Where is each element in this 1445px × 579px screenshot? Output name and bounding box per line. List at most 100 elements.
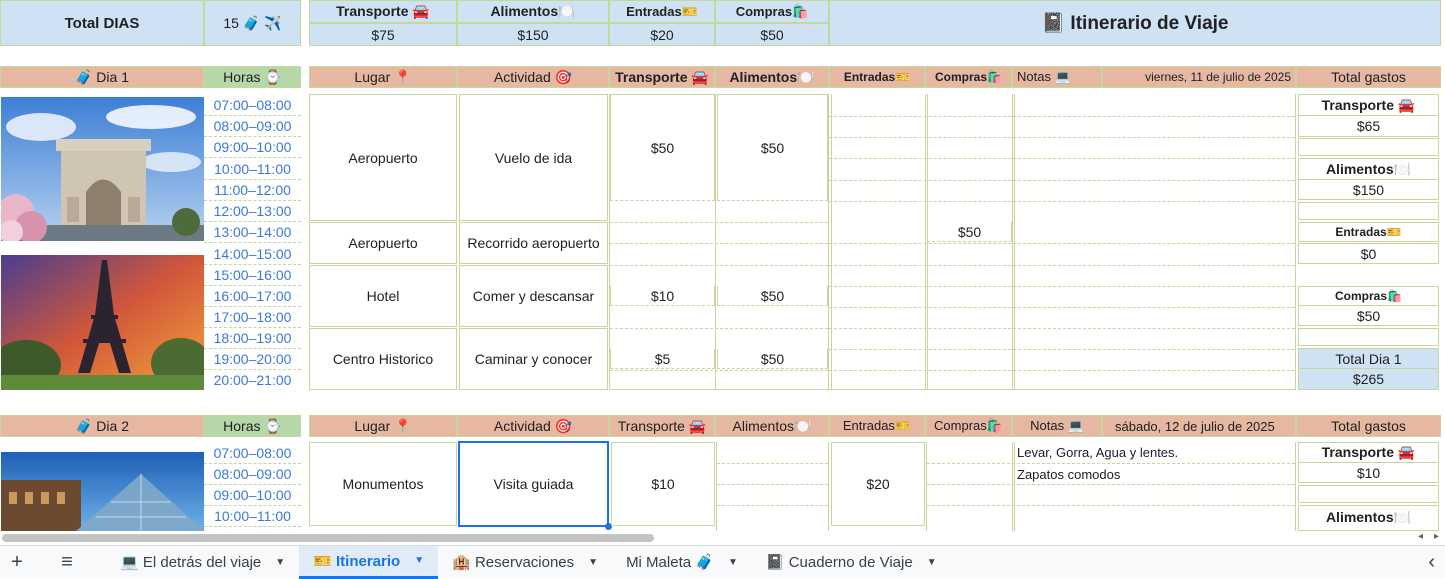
day1-total-day-label[interactable]: Total Dia 1 <box>1298 348 1439 369</box>
hour-cell[interactable]: 09:00–10:00 <box>204 137 301 158</box>
chevron-down-icon[interactable]: ▼ <box>728 557 738 568</box>
tab-mi-maleta[interactable]: Mi Maleta 🧳 ▼ <box>612 546 752 579</box>
total-dias-label[interactable]: Total DIAS <box>0 0 204 46</box>
summary-compras-label[interactable]: Compras🛍️ <box>715 0 829 23</box>
hour-cell[interactable]: 07:00–08:00 <box>204 443 301 464</box>
day1-compras-cell[interactable]: $50 <box>927 222 1012 242</box>
day1-actividad-cell[interactable]: Caminar y conocer <box>459 328 608 390</box>
hour-cell[interactable]: 08:00–09:00 <box>204 464 301 485</box>
day2-header-lugar[interactable]: Lugar 📍 <box>309 415 457 437</box>
day1-lugar-cell[interactable]: Aeropuerto <box>309 94 457 221</box>
day2-entradas-cell[interactable]: $20 <box>831 442 925 526</box>
scroll-right-arrow-icon[interactable]: ▸ <box>1434 531 1439 542</box>
add-sheet-button[interactable]: + <box>2 546 32 579</box>
day1-header-total[interactable]: Total gastos <box>1296 66 1441 88</box>
hour-cell[interactable]: 17:00–18:00 <box>204 307 301 328</box>
day1-total-alimentos-value[interactable]: $150 <box>1298 180 1439 200</box>
hour-cell[interactable]: 09:00–10:00 <box>204 485 301 506</box>
tab-cuaderno-de-viaje[interactable]: 📓 Cuaderno de Viaje ▼ <box>752 546 951 579</box>
hour-cell[interactable]: 15:00–16:00 <box>204 265 301 286</box>
hour-cell[interactable]: 08:00–09:00 <box>204 116 301 137</box>
day1-actividad-cell[interactable]: Recorrido aeropuerto <box>459 222 608 264</box>
hour-cell[interactable]: 14:00–15:00 <box>204 243 301 265</box>
summary-alimentos-label[interactable]: Alimentos🍽️ <box>457 0 609 23</box>
day2-total-transporte-label[interactable]: Transporte 🚘 <box>1298 442 1439 463</box>
day2-header-date[interactable]: sábado, 12 de julio de 2025 <box>1102 415 1296 437</box>
day2-header-notas[interactable]: Notas 💻 <box>1012 415 1102 437</box>
hour-cell[interactable]: 16:00–17:00 <box>204 286 301 307</box>
scroll-left-arrow-icon[interactable]: ◂ <box>1418 531 1423 542</box>
day1-label[interactable]: 🧳 Dia 1 <box>0 66 204 88</box>
summary-entradas-label[interactable]: Entradas🎫 <box>609 0 715 23</box>
day1-total-transporte-label[interactable]: Transporte 🚘 <box>1298 94 1439 116</box>
day1-lugar-cell[interactable]: Hotel <box>309 265 457 327</box>
day2-label[interactable]: 🧳 Dia 2 <box>0 415 204 437</box>
day1-header-transporte[interactable]: Transporte 🚘 <box>609 66 715 88</box>
day1-alimentos-cell[interactable]: $50 <box>717 349 828 369</box>
day2-note[interactable]: Levar, Gorra, Agua y lentes. <box>1016 442 1294 463</box>
day1-transporte-cell[interactable]: $5 <box>610 349 715 369</box>
day2-transporte-cell[interactable]: $10 <box>611 442 715 526</box>
chevron-down-icon[interactable]: ▼ <box>414 555 424 566</box>
day1-total-entradas-label[interactable]: Entradas🎫 <box>1298 222 1439 242</box>
day1-total-transporte-value[interactable]: $65 <box>1298 116 1439 137</box>
day2-header-actividad[interactable]: Actividad 🎯 <box>457 415 609 437</box>
summary-compras-value[interactable]: $50 <box>715 23 829 46</box>
scroll-tabs-left-icon[interactable]: ‹ <box>1418 546 1445 579</box>
day1-header-notas[interactable]: Notas 💻 <box>1012 66 1102 88</box>
all-sheets-menu-button[interactable]: ≡ <box>42 546 92 579</box>
hour-cell[interactable]: 18:00–19:00 <box>204 328 301 349</box>
hour-cell[interactable]: 10:00–11:00 <box>204 158 301 180</box>
day1-transporte-cell[interactable]: $10 <box>610 286 715 306</box>
day1-header-date[interactable]: viernes, 11 de julio de 2025 <box>1102 66 1296 88</box>
hour-cell[interactable]: 07:00–08:00 <box>204 95 301 116</box>
day1-alimentos-cell[interactable]: $50 <box>717 286 828 306</box>
chevron-down-icon[interactable]: ▼ <box>275 557 285 568</box>
day2-total-alimentos-label[interactable]: Alimentos🍽️ <box>1298 505 1439 531</box>
scrollbar-thumb[interactable] <box>2 534 654 542</box>
summary-transporte-value[interactable]: $75 <box>309 23 457 46</box>
day2-header-transporte[interactable]: Transporte 🚘 <box>609 415 715 437</box>
total-dias-value[interactable]: 15 🧳 ✈️ <box>204 0 301 46</box>
day1-actividad-cell[interactable]: Comer y descansar <box>459 265 608 327</box>
day2-header-total[interactable]: Total gastos <box>1296 415 1441 437</box>
day1-alimentos-cell[interactable]: $50 <box>717 94 828 201</box>
day2-total-transporte-value[interactable]: $10 <box>1298 463 1439 483</box>
day1-hours-label[interactable]: Horas ⌚ <box>204 66 301 88</box>
day1-total-entradas-value[interactable]: $0 <box>1298 243 1439 264</box>
tab-reservaciones[interactable]: 🏨 Reservaciones ▼ <box>438 546 612 579</box>
hour-cell[interactable]: 19:00–20:00 <box>204 349 301 370</box>
day1-total-alimentos-label[interactable]: Alimentos🍽️ <box>1298 158 1439 180</box>
day2-actividad-cell[interactable]: Visita guiada <box>458 441 609 527</box>
chevron-down-icon[interactable]: ▼ <box>927 557 937 568</box>
page-title[interactable]: 📓 Itinerario de Viaje <box>829 0 1441 46</box>
day1-header-actividad[interactable]: Actividad 🎯 <box>457 66 609 88</box>
summary-alimentos-value[interactable]: $150 <box>457 23 609 46</box>
day1-total-compras-value[interactable]: $50 <box>1298 306 1439 326</box>
day1-transporte-cell[interactable]: $50 <box>610 94 715 201</box>
hour-cell[interactable]: 12:00–13:00 <box>204 201 301 222</box>
day2-header-compras[interactable]: Compras🛍️ <box>925 415 1012 437</box>
day1-actividad-cell[interactable]: Vuelo de ida <box>459 94 608 221</box>
day1-header-lugar[interactable]: Lugar 📍 <box>309 66 457 88</box>
day1-header-entradas[interactable]: Entradas🎫 <box>829 66 925 88</box>
day1-header-compras[interactable]: Compras🛍️ <box>925 66 1012 88</box>
day1-lugar-cell[interactable]: Centro Historico <box>309 328 457 390</box>
hour-cell[interactable]: 20:00–21:00 <box>204 370 301 390</box>
chevron-down-icon[interactable]: ▼ <box>588 557 598 568</box>
hour-cell[interactable]: 11:00–12:00 <box>204 180 301 201</box>
day2-header-alimentos[interactable]: Alimentos🍽️ <box>715 415 829 437</box>
day1-lugar-cell[interactable]: Aeropuerto <box>309 222 457 264</box>
day2-lugar-cell[interactable]: Monumentos <box>309 442 457 526</box>
day2-header-entradas[interactable]: Entradas🎫 <box>829 415 925 437</box>
tab-itinerario[interactable]: 🎫 Itinerario ▼ <box>299 545 439 579</box>
horizontal-scrollbar[interactable]: ◂ ▸ <box>0 531 1445 545</box>
hour-cell[interactable]: 13:00–14:00 <box>204 222 301 243</box>
hour-cell[interactable]: 10:00–11:00 <box>204 506 301 527</box>
day2-hours-label[interactable]: Horas ⌚ <box>204 415 301 437</box>
day2-note[interactable]: Zapatos comodos <box>1016 464 1294 485</box>
tab-el-detras-del-viaje[interactable]: 💻 El detrás del viaje ▼ <box>106 546 299 579</box>
day1-total-compras-label[interactable]: Compras🛍️ <box>1298 286 1439 306</box>
summary-entradas-value[interactable]: $20 <box>609 23 715 46</box>
day1-total-day-value[interactable]: $265 <box>1298 369 1439 390</box>
